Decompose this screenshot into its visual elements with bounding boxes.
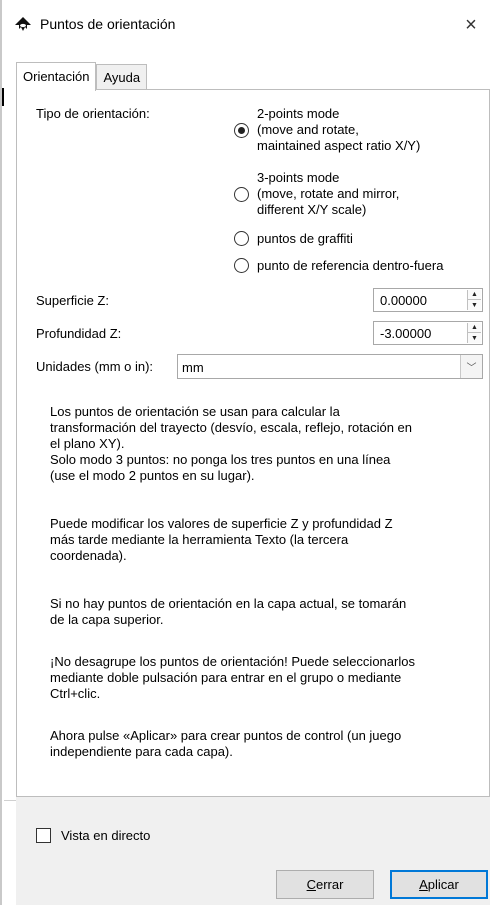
radio-button[interactable] bbox=[234, 231, 249, 246]
radio-3-points[interactable]: 3-points mode (move, rotate and mirror, … bbox=[234, 170, 399, 218]
tab-bar: Orientación Ayuda bbox=[16, 62, 148, 91]
chevron-down-icon[interactable]: ﹀ bbox=[460, 355, 482, 378]
description-paragraph: Si no hay puntos de orientación en la ca… bbox=[50, 596, 407, 627]
radio-label: puntos de graffiti bbox=[257, 231, 353, 246]
window-title: Puntos de orientación bbox=[40, 16, 176, 32]
spin-buttons: ▲ ▼ bbox=[467, 290, 481, 310]
surface-z-label: Superficie Z: bbox=[36, 293, 109, 308]
depth-z-spinbox[interactable]: -3.00000 ▲ ▼ bbox=[373, 321, 483, 345]
surface-z-value[interactable]: 0.00000 bbox=[380, 293, 427, 308]
dialog-window: Puntos de orientación × Orientación Ayud… bbox=[0, 0, 494, 905]
close-icon[interactable]: × bbox=[456, 10, 486, 40]
spin-down-icon[interactable]: ▼ bbox=[468, 333, 481, 343]
description-paragraph: Ahora pulse «Aplicar» para crear puntos … bbox=[50, 728, 402, 759]
units-select[interactable]: mm ﹀ bbox=[177, 354, 483, 379]
apply-button[interactable]: Aplicar bbox=[390, 870, 488, 899]
surface-z-spinbox[interactable]: 0.00000 ▲ ▼ bbox=[373, 288, 483, 312]
divider bbox=[4, 800, 16, 801]
radio-button[interactable] bbox=[234, 258, 249, 273]
description-paragraph: ¡No desagrupe los puntos de orientación!… bbox=[50, 654, 415, 701]
radio-label: punto de referencia dentro-fuera bbox=[257, 258, 444, 273]
spin-up-icon[interactable]: ▲ bbox=[468, 323, 481, 333]
radio-in-out-reference[interactable]: punto de referencia dentro-fuera bbox=[234, 258, 443, 274]
live-preview-checkbox[interactable] bbox=[36, 828, 51, 843]
spin-up-icon[interactable]: ▲ bbox=[468, 290, 481, 300]
title-bar: Puntos de orientación × bbox=[2, 0, 494, 50]
radio-graffiti[interactable]: puntos de graffiti bbox=[234, 231, 353, 247]
spin-down-icon[interactable]: ▼ bbox=[468, 300, 481, 310]
window-edge-marker bbox=[2, 88, 4, 106]
units-value: mm bbox=[182, 360, 204, 375]
radio-label: 3-points mode (move, rotate and mirror, … bbox=[257, 170, 400, 217]
units-label: Unidades (mm o in): bbox=[36, 359, 154, 374]
depth-z-label: Profundidad Z: bbox=[36, 326, 122, 341]
tab-orientation[interactable]: Orientación bbox=[16, 62, 97, 91]
inkscape-icon bbox=[15, 17, 31, 31]
radio-button[interactable] bbox=[234, 123, 249, 138]
spin-buttons: ▲ ▼ bbox=[467, 323, 481, 343]
depth-z-value[interactable]: -3.00000 bbox=[380, 326, 431, 341]
description-paragraph: Puede modificar los valores de superfici… bbox=[50, 516, 393, 563]
live-preview-label: Vista en directo bbox=[61, 828, 151, 843]
description-paragraph: Los puntos de orientación se usan para c… bbox=[50, 404, 413, 483]
radio-2-points[interactable]: 2-points mode (move and rotate, maintain… bbox=[234, 106, 420, 154]
live-preview-toggle[interactable]: Vista en directo bbox=[36, 828, 150, 843]
tab-help[interactable]: Ayuda bbox=[96, 64, 148, 90]
radio-button[interactable] bbox=[234, 187, 249, 202]
close-button[interactable]: Cerrar bbox=[276, 870, 374, 899]
radio-label: 2-points mode (move and rotate, maintain… bbox=[257, 106, 421, 153]
orientation-type-label: Tipo de orientación: bbox=[36, 106, 150, 121]
